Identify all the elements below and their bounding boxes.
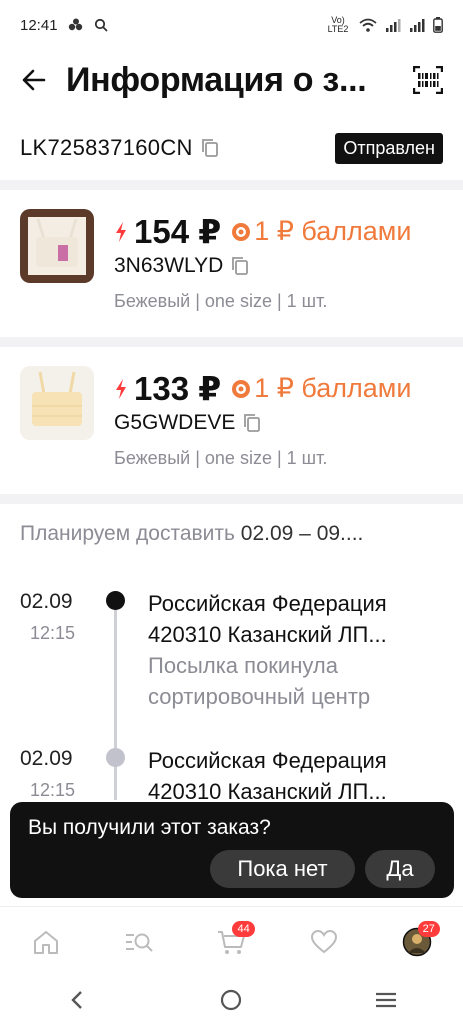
not-yet-button[interactable]: Пока нет	[210, 850, 355, 888]
product-variant: Бежевый | one size | 1 шт.	[114, 291, 328, 311]
delivery-label: Планируем доставить	[20, 522, 235, 545]
section-divider	[0, 180, 463, 190]
product-price: 154 ₽	[134, 213, 222, 250]
order-received-prompt: Вы получили этот заказ? Пока нет Да	[10, 802, 454, 898]
timeline-line	[114, 600, 117, 800]
clock: 12:41	[20, 16, 58, 34]
tracking-row: LK725837160CN Отправлен	[0, 128, 463, 168]
product-sku: G5GWDEVE	[114, 411, 236, 434]
product-variant: Бежевый | one size | 1 шт.	[114, 448, 328, 468]
chevron-left-icon	[71, 991, 83, 1009]
favorites-icon	[311, 929, 338, 953]
nav-cart[interactable]: 44	[206, 917, 256, 967]
lightning-icon	[114, 378, 128, 400]
back-button[interactable]	[18, 64, 50, 96]
signal-icon	[409, 18, 425, 32]
status-bar: 12:41 Vo) LTE2	[0, 0, 463, 50]
tracking-number: LK725837160CN	[20, 135, 193, 160]
battery-icon	[433, 17, 443, 33]
profile-badge: 27	[417, 920, 440, 937]
app-header: Информация о з...	[0, 50, 463, 110]
copy-tracking-button[interactable]	[201, 138, 219, 158]
system-recents-button[interactable]	[366, 980, 406, 1020]
yes-button[interactable]: Да	[365, 850, 435, 888]
catalog-search-icon	[125, 933, 153, 952]
nav-home[interactable]	[21, 917, 71, 967]
signal-icon	[385, 18, 401, 32]
event-country: Российская Федерация	[148, 591, 387, 616]
section-divider	[0, 494, 463, 504]
system-nav	[0, 976, 463, 1024]
event-date: 02.09	[20, 590, 73, 613]
dots-icon	[68, 18, 84, 32]
copy-icon	[232, 257, 249, 275]
lightning-icon	[114, 221, 128, 243]
copy-icon	[201, 139, 218, 157]
copy-sku-button[interactable]	[231, 256, 249, 276]
barcode-button[interactable]	[411, 63, 445, 97]
product-sku: 3N63WLYD	[114, 254, 224, 277]
product-item[interactable]: 154 ₽ 1 ₽ баллами 3N63WLYD Бежевый | one…	[0, 190, 463, 320]
page-title: Информация о з...	[66, 60, 367, 99]
copy-icon	[244, 414, 261, 432]
nav-catalog[interactable]	[114, 917, 164, 967]
points-label: 1 ₽ баллами	[254, 216, 412, 246]
product-price: 133 ₽	[134, 370, 222, 407]
event-time: 12:15	[30, 780, 76, 800]
nav-favorites[interactable]	[299, 917, 349, 967]
section-divider	[0, 337, 463, 347]
search-icon	[94, 18, 108, 32]
circle-home-icon	[221, 989, 242, 1011]
product-thumbnail[interactable]	[20, 366, 94, 440]
points-coin-icon	[231, 379, 251, 399]
points-label: 1 ₽ баллами	[254, 373, 412, 403]
status-badge: Отправлен	[335, 132, 443, 164]
arrow-left-icon	[22, 69, 46, 91]
cart-badge: 44	[232, 920, 255, 937]
product-item[interactable]: 133 ₽ 1 ₽ баллами G5GWDEVE Бежевый | one…	[0, 347, 463, 477]
points-coin-icon	[231, 222, 251, 242]
system-home-button[interactable]	[211, 980, 251, 1020]
volte-icon: Vo) LTE2	[327, 15, 349, 34]
wifi-icon	[359, 18, 377, 32]
system-back-button[interactable]	[57, 980, 97, 1020]
timeline-dot	[106, 748, 125, 767]
event-status: Посылка покинула	[148, 653, 338, 678]
home-icon	[34, 930, 59, 954]
delivery-estimate: Планируем доставить 02.09 – 09....	[20, 522, 363, 546]
delivery-dates: 02.09 – 09....	[240, 522, 364, 545]
bottom-nav: 44 27	[0, 906, 463, 976]
order-info-screen: 12:41 Vo) LTE2 Информация о з... LK72583…	[0, 0, 463, 1024]
nav-profile[interactable]: 27	[392, 917, 442, 967]
event-date: 02.09	[20, 747, 73, 770]
event-location: 420310 Казанский ЛП...	[148, 622, 387, 647]
event-country: Российская Федерация	[148, 748, 387, 773]
event-status-detail: сортировочный центр	[148, 684, 371, 709]
copy-sku-button[interactable]	[243, 413, 261, 433]
product-thumbnail[interactable]	[20, 209, 94, 283]
prompt-question: Вы получили этот заказ?	[28, 816, 271, 839]
menu-lines-icon	[375, 992, 396, 1008]
event-time: 12:15	[30, 623, 76, 643]
timeline-dot-active	[106, 591, 125, 610]
barcode-icon	[413, 66, 443, 94]
